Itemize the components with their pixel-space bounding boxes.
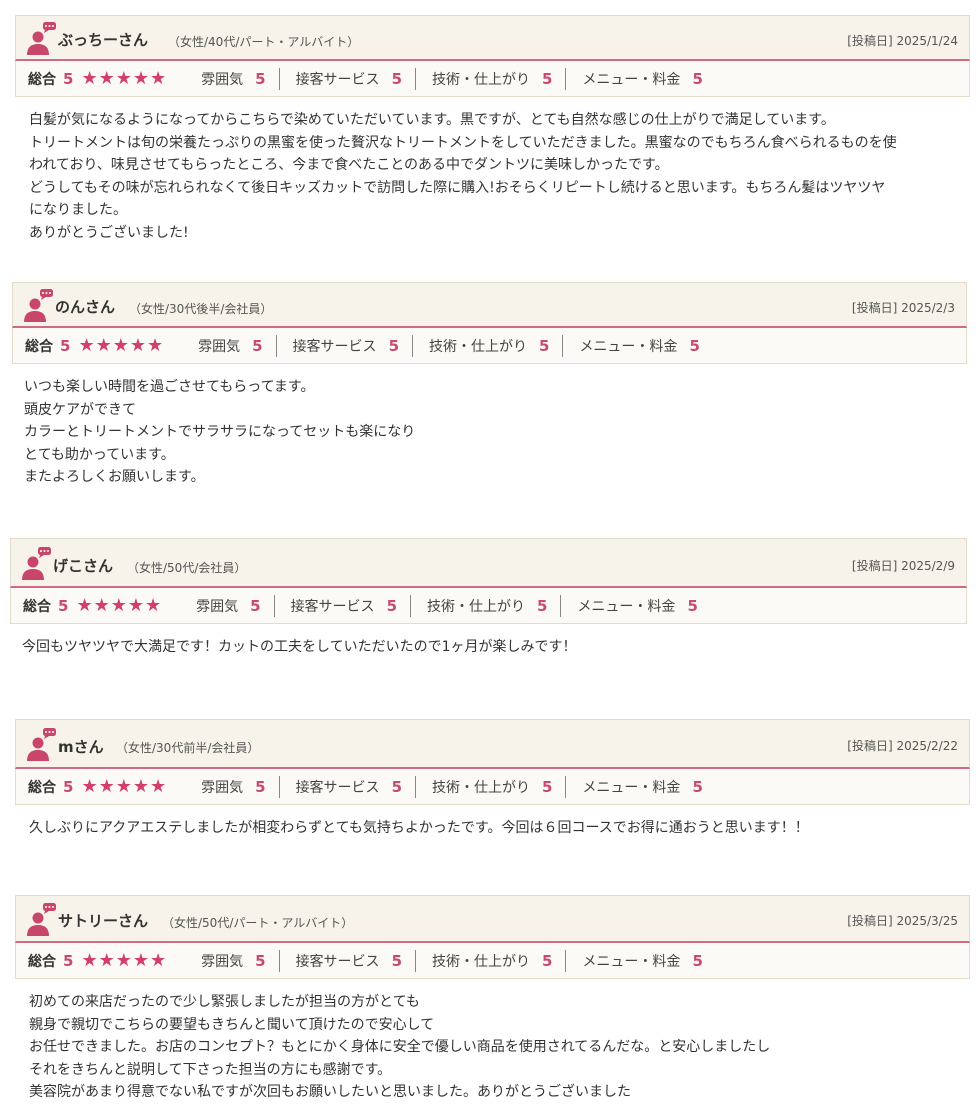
reviewer-name: サトリーさん (58, 912, 149, 930)
overall-score: 5 (63, 951, 74, 970)
score-atmosphere: 雰囲気 5 (201, 951, 266, 970)
score-technique: 技術・仕上がり 5 (415, 67, 565, 90)
reviewer-avatar-icon (27, 22, 56, 55)
reviewer-avatar-icon (27, 728, 56, 761)
review-header: のんさん （女性/30代後半/会社員） [投稿日] 2025/2/3 (12, 282, 967, 328)
review-header: ぶっちーさん （女性/40代/パート・アルバイト） [投稿日] 2025/1/2… (15, 15, 970, 61)
score-atmosphere: 雰囲気 5 (201, 69, 266, 88)
score-service: 接客サービス 5 (275, 334, 412, 357)
post-date: [投稿日] 2025/2/3 (851, 301, 955, 315)
score-atmosphere: 雰囲気 5 (201, 777, 266, 796)
score-service: 接客サービス 5 (278, 949, 415, 972)
score-bar: 総合 5 ★★★★★ 雰囲気 5 接客サービス 5 技術・仕上がり 5 メニュー・料金… (10, 588, 967, 624)
star-rating-icon: ★★★★★ (78, 335, 165, 356)
score-technique: 技術・仕上がり 5 (412, 334, 562, 357)
overall-score: 5 (63, 69, 74, 88)
post-date: [投稿日] 2025/3/25 (847, 914, 958, 928)
review-card: げこさん （女性/50代/会社員） [投稿日] 2025/2/9 総合 5 ★★… (10, 538, 967, 659)
score-service: 接客サービス 5 (273, 594, 410, 617)
score-bar: 総合 5 ★★★★★ 雰囲気 5 接客サービス 5 技術・仕上がり 5 メニュー・料金… (15, 61, 970, 97)
post-date: [投稿日] 2025/2/9 (851, 559, 955, 573)
overall-score: 5 (58, 596, 69, 615)
reviewer-meta: （女性/50代/会社員） (127, 561, 247, 575)
score-technique: 技術・仕上がり 5 (410, 594, 560, 617)
score-menu-price: メニュー・料金 5 (565, 775, 715, 798)
overall-label: 総合 (25, 338, 53, 355)
reviewer-avatar-icon (22, 547, 51, 580)
reviewer-meta: （女性/40代/パート・アルバイト） (168, 35, 360, 49)
overall-label: 総合 (23, 598, 51, 615)
score-menu-price: メニュー・料金 5 (560, 594, 710, 617)
star-rating-icon: ★★★★★ (76, 595, 163, 616)
review-header: mさん （女性/30代前半/会社員） [投稿日] 2025/2/22 (15, 719, 970, 769)
score-technique: 技術・仕上がり 5 (415, 775, 565, 798)
overall-label: 総合 (28, 71, 56, 88)
score-menu-price: メニュー・料金 5 (562, 334, 712, 357)
review-card: のんさん （女性/30代後半/会社員） [投稿日] 2025/2/3 総合 5 … (12, 282, 967, 489)
score-menu-price: メニュー・料金 5 (565, 67, 715, 90)
reviewer-name: げこさん (53, 557, 114, 575)
score-service: 接客サービス 5 (278, 775, 415, 798)
reviewer-meta: （女性/30代前半/会社員） (116, 741, 260, 755)
review-text: いつも楽しい時間を過ごさせてもらってます。 頭皮ケアができて カラーとトリートメント… (24, 379, 416, 486)
reviewer-meta: （女性/50代/パート・アルバイト） (162, 916, 354, 930)
score-atmosphere: 雰囲気 5 (198, 336, 263, 355)
overall-label: 総合 (28, 779, 56, 796)
overall-score: 5 (63, 777, 74, 796)
post-date: [投稿日] 2025/2/22 (847, 739, 958, 753)
review-card: ぶっちーさん （女性/40代/パート・アルバイト） [投稿日] 2025/1/2… (15, 15, 970, 245)
star-rating-icon: ★★★★★ (81, 950, 168, 971)
reviewer-name: ぶっちーさん (58, 31, 149, 49)
reviewer-name: のんさん (55, 298, 116, 316)
review-header: サトリーさん （女性/50代/パート・アルバイト） [投稿日] 2025/3/2… (15, 895, 970, 943)
reviewer-meta: （女性/30代後半/会社員） (129, 302, 273, 316)
star-rating-icon: ★★★★★ (81, 776, 168, 797)
overall-score: 5 (60, 336, 71, 355)
review-text: 久しぶりにアクアエステしましたが相変わらずとても気持ちよかったです。今回は６回コ… (29, 820, 809, 836)
score-bar: 総合 5 ★★★★★ 雰囲気 5 接客サービス 5 技術・仕上がり 5 メニュー・料金… (12, 328, 967, 364)
reviewer-name: mさん (58, 738, 104, 756)
review-text: 白髪が気になるようになってからこちらで染めていただいています。黒ですが、とても自… (29, 112, 897, 241)
score-technique: 技術・仕上がり 5 (415, 949, 565, 972)
review-card: サトリーさん （女性/50代/パート・アルバイト） [投稿日] 2025/3/2… (15, 895, 970, 1104)
score-bar: 総合 5 ★★★★★ 雰囲気 5 接客サービス 5 技術・仕上がり 5 メニュー・料金… (15, 943, 970, 979)
overall-label: 総合 (28, 953, 56, 970)
review-header: げこさん （女性/50代/会社員） [投稿日] 2025/2/9 (10, 538, 967, 588)
review-text: 初めての来店だったので少し緊張しましたが担当の方がとても 親身で親切でこちらの要望… (29, 994, 771, 1101)
post-date: [投稿日] 2025/1/24 (847, 34, 958, 48)
reviewer-avatar-icon (24, 289, 53, 322)
reviewer-avatar-icon (27, 903, 56, 936)
score-service: 接客サービス 5 (278, 67, 415, 90)
star-rating-icon: ★★★★★ (81, 68, 168, 89)
score-bar: 総合 5 ★★★★★ 雰囲気 5 接客サービス 5 技術・仕上がり 5 メニュー・料金… (15, 769, 970, 805)
review-text: 今回もツヤツヤで大満足です！カットの工夫をしていただいたので1ヶ月が楽しみです！ (22, 639, 577, 655)
review-card: mさん （女性/30代前半/会社員） [投稿日] 2025/2/22 総合 5 … (15, 719, 970, 840)
score-menu-price: メニュー・料金 5 (565, 949, 715, 972)
score-atmosphere: 雰囲気 5 (196, 596, 261, 615)
